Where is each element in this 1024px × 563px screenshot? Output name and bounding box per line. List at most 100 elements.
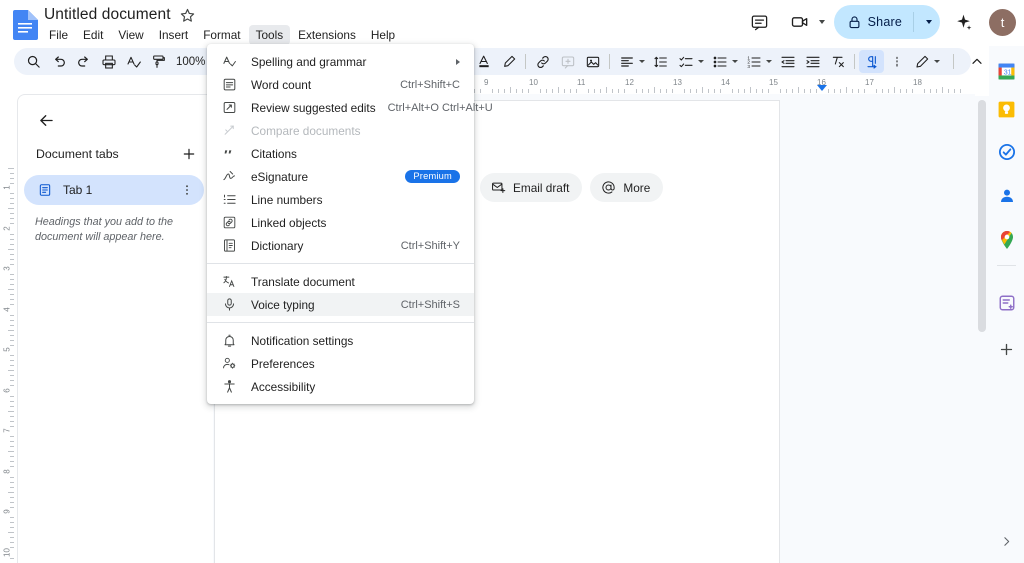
google-docs-window: Untitled document File Edit View Insert … [0, 0, 1024, 563]
link-icon[interactable] [530, 50, 555, 73]
ruler-tick [10, 441, 14, 443]
paragraph-mark-icon[interactable] [859, 50, 885, 73]
menu-edit[interactable]: Edit [76, 25, 110, 45]
ruler-tick [10, 177, 14, 179]
ruler-tick [882, 89, 883, 93]
right-indent-marker[interactable] [817, 85, 827, 91]
menu-item-label: Translate document [251, 274, 355, 289]
add-apps-plus-icon[interactable] [994, 337, 1019, 362]
chevron-down-icon [766, 60, 773, 63]
google-tasks-icon[interactable] [994, 139, 1019, 164]
plus-icon[interactable] [178, 143, 200, 165]
sidebar-item-tab-1[interactable]: Tab 1 [24, 175, 204, 205]
ruler-tick [10, 344, 14, 346]
checklist-icon[interactable] [673, 50, 698, 73]
numbered-list-icon[interactable]: 123 [741, 50, 766, 73]
ruler-tick [798, 87, 799, 93]
menu-item-linked-objects[interactable]: Linked objects [207, 211, 474, 234]
text-color-icon[interactable] [471, 50, 496, 73]
paint-format-icon[interactable] [146, 50, 171, 73]
horizontal-ruler[interactable]: 89101112131415161718 [430, 78, 975, 94]
menu-item-dictionary[interactable]: Dictionary Ctrl+Shift+Y [207, 234, 474, 257]
page-title[interactable]: Untitled document [44, 6, 171, 24]
chevron-down-icon[interactable] [818, 20, 825, 24]
share-button[interactable]: Share [833, 5, 940, 39]
checklist-dropdown[interactable] [673, 50, 707, 73]
more-vert-icon[interactable] [180, 183, 194, 197]
collapse-toolbar-icon[interactable] [964, 50, 989, 73]
bulleted-list-dropdown[interactable] [707, 50, 741, 73]
add-comment-icon[interactable] [555, 50, 580, 73]
google-maps-icon[interactable] [994, 227, 1019, 252]
increase-indent-icon[interactable] [800, 50, 825, 73]
insert-image-icon[interactable] [580, 50, 605, 73]
spellcheck-icon[interactable] [121, 50, 146, 73]
ruler-tick-label: 15 [769, 78, 778, 87]
avatar[interactable]: t [989, 8, 1016, 36]
menu-item-label: Voice typing [251, 297, 315, 312]
vertical-scrollbar[interactable] [975, 96, 989, 563]
menu-format[interactable]: Format [196, 25, 247, 45]
back-arrow-icon[interactable] [30, 104, 62, 136]
ruler-tick [960, 89, 961, 93]
video-camera-icon[interactable] [784, 6, 816, 38]
star-outline-icon[interactable] [179, 7, 196, 24]
google-keep-icon[interactable] [994, 97, 1019, 122]
meet-button-group[interactable] [780, 6, 827, 38]
ruler-tick [522, 89, 523, 93]
expand-panel-chevron-icon[interactable] [1000, 535, 1013, 553]
editing-mode-pencil-icon[interactable] [909, 50, 934, 73]
numbered-list-dropdown[interactable]: 123 [741, 50, 775, 73]
menu-item-translate-document[interactable]: Translate document [207, 270, 474, 293]
google-contacts-icon[interactable] [994, 183, 1019, 208]
vertical-ruler[interactable]: 1234567891011 [0, 96, 16, 563]
ruler-tick [876, 89, 877, 93]
menu-item-spelling-and-grammar[interactable]: Spelling and grammar [207, 50, 474, 73]
clear-formatting-icon[interactable] [825, 50, 850, 73]
menu-item-line-numbers[interactable]: Line numbers [207, 188, 474, 211]
line-spacing-icon[interactable] [648, 50, 673, 73]
highlight-icon[interactable] [496, 50, 521, 73]
align-icon[interactable] [614, 50, 639, 73]
undo-icon[interactable] [46, 50, 71, 73]
menu-item-word-count[interactable]: Word count Ctrl+Shift+C [207, 73, 474, 96]
menu-file[interactable]: File [42, 25, 75, 45]
menu-item-notification-settings[interactable]: Notification settings [207, 329, 474, 352]
editing-mode-dropdown[interactable] [909, 50, 943, 73]
ruler-tick [720, 89, 721, 93]
share-dropdown-button[interactable] [914, 5, 940, 39]
menu-item-preferences[interactable]: Preferences [207, 352, 474, 375]
email-draft-button[interactable]: Email draft [480, 173, 583, 202]
decrease-indent-icon[interactable] [775, 50, 800, 73]
comment-history-icon[interactable] [744, 6, 776, 38]
menu-insert[interactable]: Insert [152, 25, 196, 45]
menu-help[interactable]: Help [364, 25, 402, 45]
menu-item-esignature[interactable]: eSignature Premium [207, 165, 474, 188]
bulleted-list-icon[interactable] [707, 50, 732, 73]
align-dropdown[interactable] [614, 50, 648, 73]
line-marks-icon[interactable] [884, 50, 909, 73]
ruler-tick [10, 481, 14, 483]
more-actions-button[interactable]: More [590, 173, 664, 202]
ruler-tick-label: 11 [577, 78, 586, 87]
redo-icon[interactable] [71, 50, 96, 73]
menu-item-accessibility[interactable]: Accessibility [207, 375, 474, 398]
scrollbar-thumb[interactable] [978, 100, 986, 332]
print-icon[interactable] [96, 50, 121, 73]
menu-item-review-suggested-edits[interactable]: Review suggested edits Ctrl+Alt+O Ctrl+A… [207, 96, 493, 119]
ruler-tick [906, 89, 907, 93]
share-main-area[interactable]: Share [834, 5, 913, 39]
menu-item-citations[interactable]: Citations [207, 142, 474, 165]
add-on-purple-icon[interactable] [994, 290, 1019, 315]
gemini-spark-icon[interactable] [948, 7, 978, 37]
menu-extensions[interactable]: Extensions [291, 25, 363, 45]
ruler-tick [510, 87, 511, 93]
google-calendar-icon[interactable]: 31 [994, 59, 1019, 84]
esignature-icon [220, 168, 238, 186]
search-icon[interactable] [21, 50, 46, 73]
ruler-tick [498, 89, 499, 93]
menu-item-voice-typing[interactable]: Voice typing Ctrl+Shift+S [207, 293, 474, 316]
tools-menu-dropdown[interactable]: Spelling and grammar Word count Ctrl+Shi… [207, 44, 493, 404]
menu-tools[interactable]: Tools [248, 25, 291, 45]
menu-view[interactable]: View [111, 25, 150, 45]
